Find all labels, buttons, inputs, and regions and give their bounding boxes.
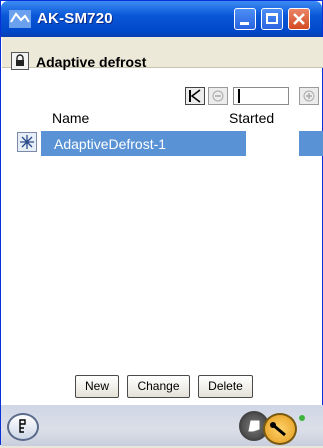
tree-view-button[interactable]	[7, 413, 39, 441]
close-button[interactable]	[288, 8, 310, 30]
wrench-icon	[270, 422, 286, 437]
defrost-icon	[17, 132, 37, 152]
first-page-icon	[189, 89, 201, 103]
maximize-icon	[266, 13, 278, 24]
delete-button[interactable]: Delete	[198, 375, 253, 398]
window-title: AK-SM720	[37, 10, 113, 27]
close-icon	[293, 13, 305, 25]
row-started-cell[interactable]	[299, 131, 323, 156]
previous-icon	[212, 90, 224, 102]
app-logo-icon	[9, 10, 31, 28]
new-button[interactable]: New	[75, 375, 119, 398]
previous-page-button[interactable]	[208, 87, 228, 105]
minimize-icon	[240, 22, 249, 25]
column-header-started: Started	[229, 110, 275, 126]
next-icon	[303, 90, 315, 102]
app-window: AK-SM720 Adaptive defrost Name Started A…	[0, 0, 323, 446]
title-bar[interactable]: AK-SM720	[1, 1, 322, 37]
first-page-button[interactable]	[185, 87, 205, 105]
maximize-button[interactable]	[261, 8, 283, 30]
page-input[interactable]	[233, 87, 289, 105]
text-cursor	[238, 89, 240, 103]
service-button[interactable]	[263, 413, 297, 445]
status-indicator	[299, 415, 305, 421]
lock-icon	[16, 54, 24, 66]
minimize-button[interactable]	[234, 8, 256, 30]
next-page-button[interactable]	[299, 87, 319, 105]
page-title: Adaptive defrost	[36, 54, 147, 70]
bottom-toolbar	[1, 405, 323, 446]
lock-button[interactable]	[11, 52, 29, 70]
change-button[interactable]: Change	[127, 375, 190, 398]
tree-icon	[19, 419, 26, 433]
row-name-label: AdaptiveDefrost-1	[54, 136, 167, 152]
column-header-name: Name	[52, 110, 90, 126]
